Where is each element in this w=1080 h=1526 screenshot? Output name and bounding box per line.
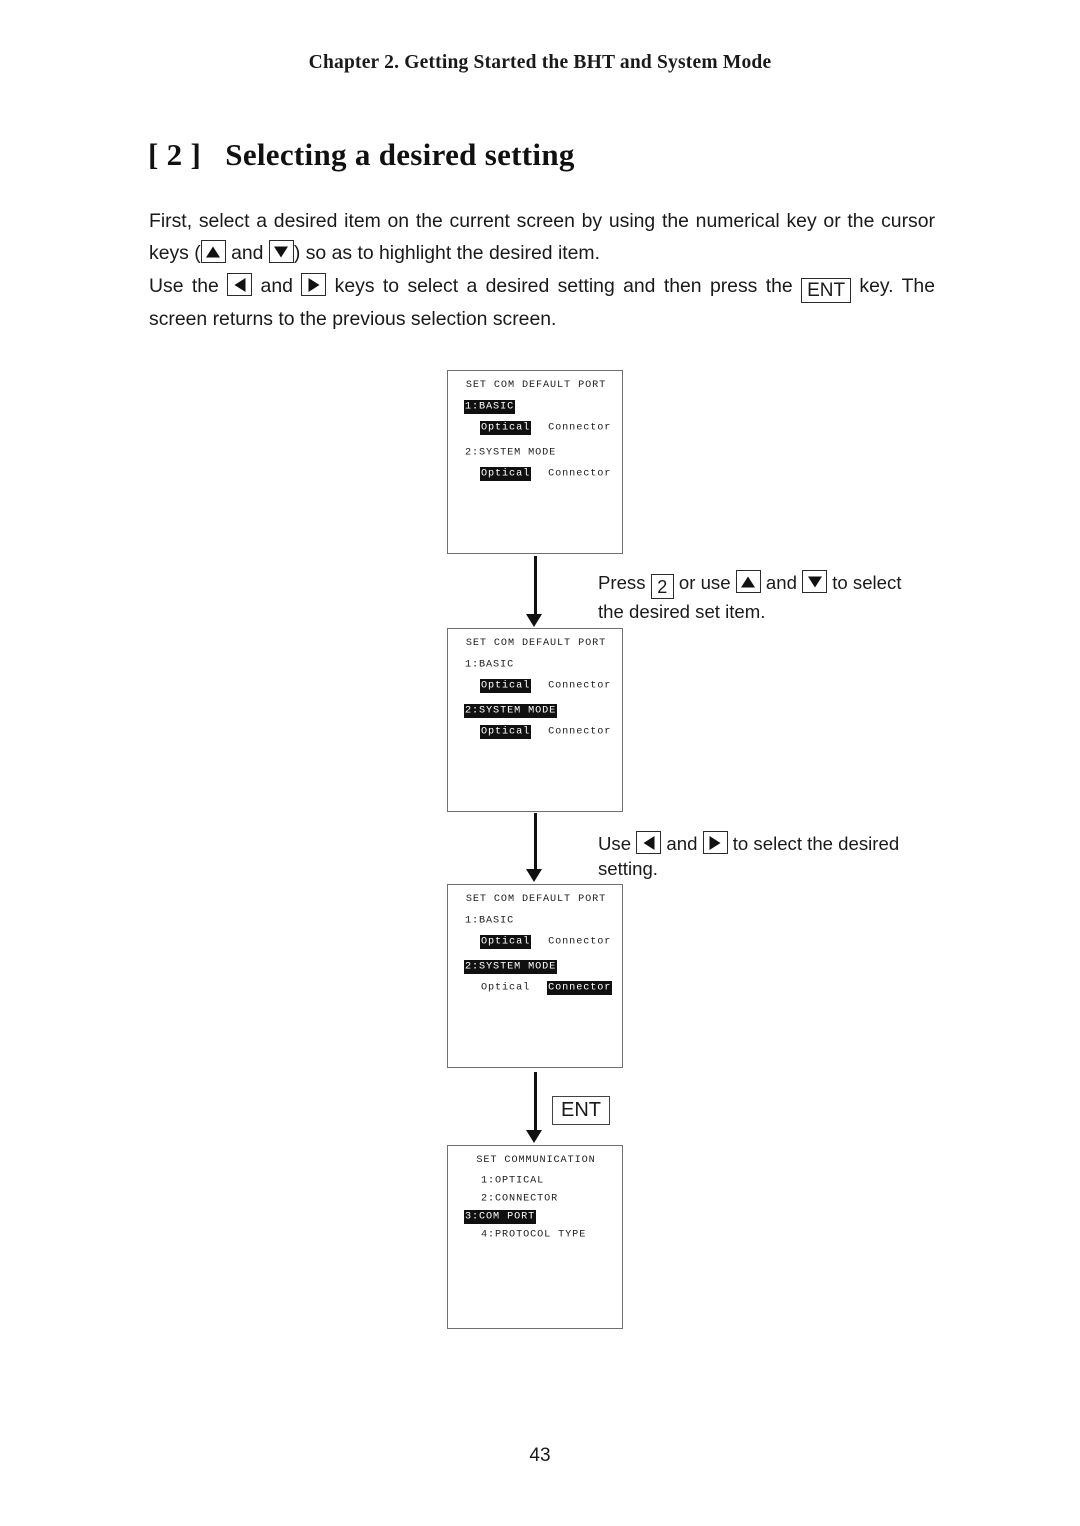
lcd-screen-4-menu-item-1-label: 1:OPTICAL: [481, 1175, 545, 1186]
lcd-screen-1-item-1-label: 1:BASIC: [464, 399, 516, 414]
lcd-screen-2-item-1: 1:BASIC: [464, 659, 515, 670]
lcd-screen-4-menu-item-4-label: 4:PROTOCOL TYPE: [481, 1229, 587, 1240]
paragraph-2-text-part2: and: [252, 275, 302, 297]
lcd-screen-2-item-2-label: 2:SYSTEM MODE: [464, 703, 558, 718]
ent-key-standalone: ENT: [552, 1096, 610, 1125]
intro-paragraph-1: First, select a desired item on the curr…: [149, 205, 935, 269]
down-arrow-key-icon: [268, 240, 294, 263]
lcd-screen-4-menu-item-2-label: 2:CONNECTOR: [481, 1193, 559, 1204]
lcd-screen-1-value-2: Optical Connector: [480, 466, 612, 481]
page-title: [ 2 ] Selecting a desired setting: [148, 137, 575, 172]
lcd-screen-1-item-2: 2:SYSTEM MODE: [464, 447, 557, 458]
lcd-screen-2-title: SET COM DEFAULT PORT: [465, 638, 607, 649]
flow-arrow-3-line: [534, 1072, 537, 1132]
page-number: 43: [529, 1445, 551, 1466]
lcd-screen-3-value-2a: Optical: [481, 982, 531, 993]
lcd-screen-2: SET COM DEFAULT PORT 1:BASIC Optical Con…: [447, 628, 623, 812]
flow-arrow-3-head-icon: [526, 1130, 542, 1143]
ent-key-inline: ENT: [801, 278, 852, 303]
flow-arrow-1-line: [534, 556, 537, 616]
lcd-screen-1-item-2-label: 2:SYSTEM MODE: [465, 447, 557, 458]
lcd-screen-2-value-2: Optical Connector: [480, 724, 612, 739]
lcd-screen-3: SET COM DEFAULT PORT 1:BASIC Optical Con…: [447, 884, 623, 1068]
annotation-2-part2: and: [661, 833, 703, 854]
annotation-1-part4: to select: [827, 572, 902, 593]
lcd-screen-3-value-1: Optical Connector: [480, 934, 612, 949]
lcd-screen-1-title: SET COM DEFAULT PORT: [465, 380, 607, 391]
chapter-header: Chapter 2. Getting Started the BHT and S…: [308, 52, 772, 73]
lcd-screen-2-value-1: Optical Connector: [480, 678, 612, 693]
lcd-screen-2-value-1a: Optical: [480, 678, 532, 693]
lcd-screen-2-item-2: 2:SYSTEM MODE: [464, 703, 558, 718]
lcd-screen-3-value-2: Optical Connector: [480, 980, 613, 995]
annotation-2-part3: to select the desired: [727, 833, 900, 854]
lcd-screen-1-value-2a: Optical: [480, 466, 532, 481]
left-arrow-key-icon: [636, 831, 662, 854]
numeric-key-2: 2: [650, 574, 674, 599]
annotation-1-line2: the desired set item.: [598, 601, 766, 622]
lcd-screen-4-menu-item-4: 4:PROTOCOL TYPE: [480, 1229, 587, 1240]
lcd-screen-3-value-1a: Optical: [480, 934, 532, 949]
lcd-screen-3-item-2-label: 2:SYSTEM MODE: [464, 959, 558, 974]
lcd-screen-3-value-1b: Connector: [548, 936, 612, 947]
up-arrow-key-icon: [735, 570, 761, 593]
up-arrow-key-icon: [200, 240, 226, 263]
lcd-screen-2-value-2b: Connector: [548, 726, 612, 737]
lcd-screen-1: SET COM DEFAULT PORT 1:BASIC Optical Con…: [447, 370, 623, 554]
lcd-screen-3-item-1-label: 1:BASIC: [465, 915, 515, 926]
lcd-screen-1-value-1a: Optical: [480, 420, 532, 435]
lcd-screen-2-value-2a: Optical: [480, 724, 532, 739]
flow-arrow-2-line: [534, 813, 537, 871]
flow-arrow-2-head-icon: [526, 869, 542, 882]
annotation-1-part1: Press: [598, 572, 651, 593]
lcd-screen-4-menu-item-3-label: 3:COM PORT: [464, 1209, 537, 1224]
annotation-1-part2: or use: [673, 572, 736, 593]
lcd-screen-3-item-1: 1:BASIC: [464, 915, 515, 926]
lcd-screen-1-value-2b: Connector: [548, 468, 612, 479]
lcd-screen-4: SET COMMUNICATION 1:OPTICAL 2:CONNECTOR …: [447, 1145, 623, 1329]
flow-arrow-1-head-icon: [526, 614, 542, 627]
annotation-2-line2: setting.: [598, 858, 658, 879]
lcd-screen-4-menu-item-2: 2:CONNECTOR: [480, 1193, 559, 1204]
lcd-screen-3-title: SET COM DEFAULT PORT: [465, 894, 607, 905]
lcd-screen-4-menu-item-1: 1:OPTICAL: [480, 1175, 545, 1186]
intro-paragraph-2: Use the and keys to select a desired set…: [149, 270, 935, 335]
lcd-screen-4-menu-item-3: 3:COM PORT: [464, 1209, 537, 1224]
lcd-screen-3-item-2: 2:SYSTEM MODE: [464, 959, 558, 974]
lcd-screen-2-value-1b: Connector: [548, 680, 612, 691]
annotation-1-part3: and: [760, 572, 803, 593]
annotation-2-part1: Use: [598, 833, 637, 854]
lcd-screen-1-value-1b: Connector: [548, 422, 612, 433]
flow-annotation-1: Press 2 or use and to select the desired …: [598, 570, 902, 624]
paragraph-1-text-part2: and: [225, 242, 269, 264]
paragraph-2-text-part1: Use the: [149, 275, 228, 297]
left-arrow-key-icon: [227, 273, 253, 296]
right-arrow-key-icon: [301, 273, 327, 296]
paragraph-2-text-part3: keys to select a desired setting and the…: [326, 275, 802, 297]
lcd-screen-3-value-2b: Connector: [547, 980, 613, 995]
flow-annotation-2: Use and to select the desired setting.: [598, 831, 899, 881]
lcd-screen-1-item-1: 1:BASIC: [464, 399, 516, 414]
lcd-screen-1-value-1: Optical Connector: [480, 420, 612, 435]
lcd-screen-4-title: SET COMMUNICATION: [476, 1155, 596, 1166]
lcd-screen-2-item-1-label: 1:BASIC: [465, 659, 515, 670]
down-arrow-key-icon: [802, 570, 828, 593]
right-arrow-key-icon: [702, 831, 728, 854]
paragraph-1-text-part3: ) so as to highlight the desired item.: [293, 242, 600, 264]
